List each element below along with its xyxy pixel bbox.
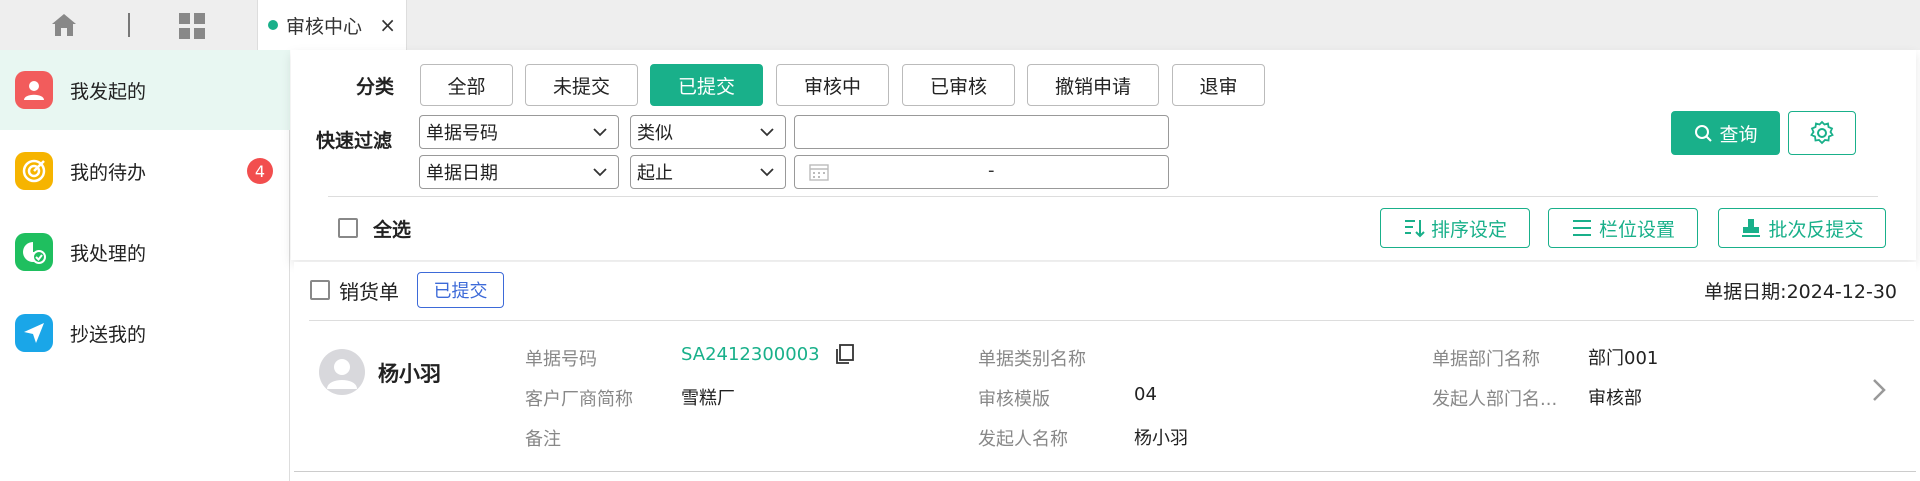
sidebar-item-label: 我发起的	[70, 80, 147, 103]
filter-value-input[interactable]	[794, 115, 1169, 149]
category-unsubmitted-button[interactable]: 未提交	[525, 64, 638, 106]
date-range-input[interactable]: -	[794, 155, 1169, 189]
select-value: 单据日期	[426, 163, 498, 184]
sidebar-item-cc[interactable]: 抄送我的	[0, 293, 290, 373]
doc-no-label: 单据号码	[525, 349, 597, 370]
filter-panel: 分类 全部 未提交 已提交 审核中 已审核 撤销申请 退审 快速过滤 单据号码 …	[291, 50, 1916, 260]
chevron-right-icon[interactable]	[1870, 376, 1888, 404]
select-value: 单据号码	[426, 123, 498, 144]
dept-label: 单据部门名称	[1432, 349, 1540, 370]
settings-button[interactable]	[1788, 111, 1856, 155]
tab-label: 审核中心	[286, 15, 363, 38]
chevron-down-icon	[593, 128, 607, 137]
sidebar-item-label: 抄送我的	[70, 323, 147, 346]
gear-icon	[1810, 120, 1834, 145]
date-field-select[interactable]: 单据日期	[419, 155, 619, 189]
category-revoke-button[interactable]: 撤销申请	[1027, 64, 1159, 106]
initiator-dept-value: 审核部	[1588, 388, 1642, 409]
record-checkbox[interactable]	[310, 280, 330, 300]
column-settings-label: 栏位设置	[1598, 218, 1675, 241]
sidebar-item-label: 我的待办	[70, 161, 147, 184]
record-card[interactable]: 销货单 已提交 单据日期:2024-12-30 杨小羽 单据号码 SA24123…	[294, 262, 1916, 472]
sidebar-item-label: 我处理的	[70, 242, 147, 265]
doc-type: 销货单	[339, 280, 399, 304]
status-badge: 已提交	[417, 272, 504, 308]
doc-no-value[interactable]: SA2412300003	[681, 344, 820, 365]
chevron-down-icon	[593, 168, 607, 177]
chevron-down-icon	[760, 128, 774, 137]
sort-icon	[1404, 220, 1425, 238]
template-value: 04	[1134, 384, 1157, 405]
initiator-dept-label: 发起人部门名...	[1432, 389, 1558, 410]
user-icon	[15, 71, 53, 109]
filter-field-select[interactable]: 单据号码	[419, 115, 619, 149]
select-value: 起止	[637, 163, 673, 184]
stamp-icon	[1742, 219, 1761, 237]
search-icon	[1695, 125, 1713, 142]
apps-grid-icon[interactable]	[178, 12, 206, 40]
check-pie-icon	[15, 233, 53, 271]
batch-unsubmit-button[interactable]: 批次反提交	[1718, 208, 1886, 248]
card-divider	[309, 320, 1914, 321]
sort-settings-label: 排序设定	[1430, 218, 1507, 241]
category-name-label: 单据类别名称	[978, 349, 1086, 370]
copy-icon[interactable]	[834, 343, 856, 365]
filter-divider	[328, 196, 1878, 197]
batch-unsubmit-label: 批次反提交	[1768, 218, 1864, 241]
menu-icon	[1572, 220, 1591, 236]
dept-value: 部门001	[1588, 348, 1659, 369]
category-reviewing-button[interactable]: 审核中	[776, 64, 889, 106]
tab-active-dot	[268, 20, 278, 30]
column-settings-button[interactable]: 栏位设置	[1548, 208, 1698, 248]
select-value: 类似	[637, 123, 673, 144]
calendar-icon	[809, 164, 829, 181]
category-reject-button[interactable]: 退审	[1172, 64, 1265, 106]
category-label: 分类	[356, 76, 395, 98]
remark-label: 备注	[525, 429, 561, 450]
template-label: 审核模版	[978, 389, 1050, 410]
avatar	[319, 349, 365, 395]
date-op-select[interactable]: 起止	[630, 155, 786, 189]
category-approved-button[interactable]: 已审核	[902, 64, 1015, 106]
target-icon	[15, 152, 53, 190]
person-icon	[327, 359, 357, 389]
query-button[interactable]: 查询	[1671, 111, 1780, 155]
category-all-button[interactable]: 全部	[420, 64, 513, 106]
sort-settings-button[interactable]: 排序设定	[1380, 208, 1530, 248]
customer-label: 客户厂商简称	[525, 389, 633, 410]
tab-audit-center[interactable]: 审核中心 ×	[257, 0, 407, 50]
top-bar: 审核中心 ×	[0, 0, 1920, 50]
select-all-checkbox[interactable]	[338, 218, 358, 238]
doc-date: 单据日期:2024-12-30	[1704, 281, 1897, 303]
sidebar-item-todo[interactable]: 我的待办 4	[0, 131, 290, 211]
top-separator	[128, 13, 130, 37]
sidebar-item-initiated[interactable]: 我发起的	[0, 50, 290, 130]
customer-value: 雪糕厂	[681, 388, 735, 409]
initiator-value: 杨小羽	[1134, 428, 1188, 449]
query-button-label: 查询	[1719, 123, 1758, 146]
select-all-label: 全选	[373, 219, 412, 241]
category-submitted-button[interactable]: 已提交	[650, 64, 763, 106]
todo-count-badge: 4	[247, 158, 273, 184]
date-range-separator: -	[988, 160, 995, 181]
filter-op-select[interactable]: 类似	[630, 115, 786, 149]
close-icon[interactable]: ×	[379, 13, 396, 37]
home-icon[interactable]	[50, 12, 78, 38]
quick-filter-label: 快速过滤	[316, 130, 393, 152]
sidebar: 我发起的 我的待办 4 我处理的 抄送我的	[0, 50, 290, 481]
chevron-down-icon	[760, 168, 774, 177]
sidebar-item-processed[interactable]: 我处理的	[0, 212, 290, 292]
initiator-label: 发起人名称	[978, 429, 1068, 450]
send-icon	[15, 314, 53, 352]
user-name: 杨小羽	[378, 362, 441, 386]
